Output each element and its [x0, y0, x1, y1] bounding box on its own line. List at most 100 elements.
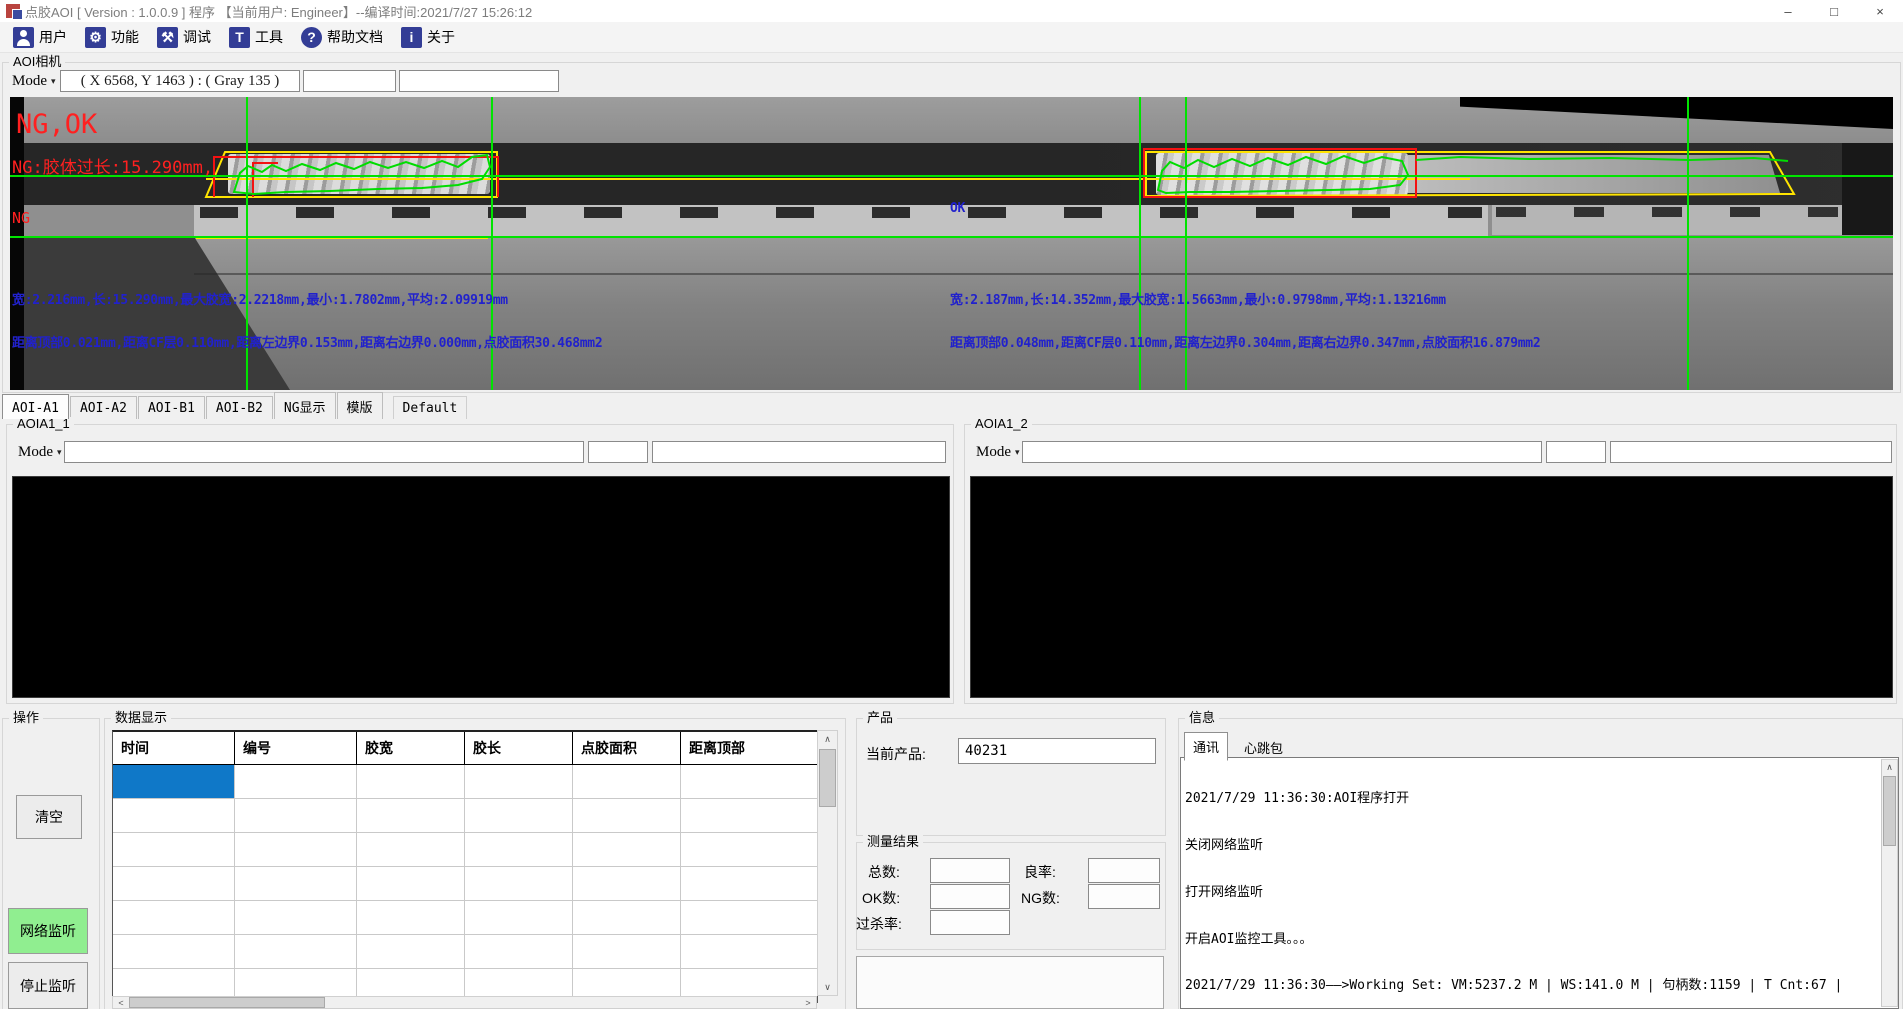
table-cell[interactable] [681, 935, 817, 968]
toolbar-button-tools[interactable]: T 工具 [222, 25, 290, 50]
toolbar-button-user[interactable]: 用户 [6, 25, 74, 50]
toolbar-button-debug[interactable]: ⚒ 调试 [150, 25, 218, 50]
scroll-up-icon[interactable]: ∧ [824, 731, 831, 747]
minimize-button[interactable]: – [1765, 0, 1811, 22]
header-id[interactable]: 编号 [235, 732, 357, 764]
view-right-mode-dropdown[interactable]: Mode ▾ [972, 441, 1024, 463]
table-cell[interactable] [235, 867, 357, 900]
tab-aoi-b1[interactable]: AOI-B1 [138, 396, 205, 419]
view-right-value-box-2[interactable] [1546, 441, 1606, 463]
header-glue-length[interactable]: 胶长 [465, 732, 573, 764]
tab-aoi-a2[interactable]: AOI-A2 [70, 396, 137, 419]
tab-ng-display[interactable]: NG显示 [274, 392, 336, 419]
table-cell[interactable] [573, 799, 681, 832]
table-cell[interactable] [235, 833, 357, 866]
log-vertical-scrollbar[interactable]: ∧ [1881, 759, 1898, 1007]
table-row[interactable] [113, 765, 817, 799]
network-listen-button[interactable]: 网络监听 [8, 908, 88, 954]
table-cell[interactable] [235, 901, 357, 934]
camera-mode-dropdown[interactable]: Mode ▾ [8, 70, 60, 92]
selected-cell[interactable] [113, 765, 235, 798]
table-cell[interactable] [113, 901, 235, 934]
tab-aoi-a1[interactable]: AOI-A1 [2, 394, 69, 419]
table-cell[interactable] [681, 867, 817, 900]
header-glue-area[interactable]: 点胶面积 [573, 732, 681, 764]
table-vertical-scrollbar[interactable]: ∧ ∨ [817, 730, 838, 996]
table-cell[interactable] [235, 799, 357, 832]
table-cell[interactable] [113, 935, 235, 968]
table-cell[interactable] [113, 867, 235, 900]
view-left-value-box-2[interactable] [588, 441, 648, 463]
table-cell[interactable] [235, 935, 357, 968]
table-cell[interactable] [465, 833, 573, 866]
table-row[interactable] [113, 901, 817, 935]
table-cell[interactable] [357, 901, 465, 934]
table-cell[interactable] [573, 833, 681, 866]
toolbar-button-function[interactable]: ⚙ 功能 [78, 25, 146, 50]
table-cell[interactable] [465, 901, 573, 934]
scroll-down-icon[interactable]: ∨ [824, 979, 831, 995]
table-cell[interactable] [573, 765, 681, 798]
tab-default[interactable]: Default [393, 396, 468, 419]
camera-value-box-1[interactable] [303, 70, 396, 92]
header-time[interactable]: 时间 [113, 732, 235, 764]
yield-rate-field[interactable] [1088, 858, 1160, 883]
view-left-value-box-3[interactable] [652, 441, 946, 463]
clear-button[interactable]: 清空 [16, 795, 82, 839]
toolbar-button-about[interactable]: i 关于 [394, 25, 462, 50]
tab-aoi-b2[interactable]: AOI-B2 [206, 396, 273, 419]
ng-count-field[interactable] [1088, 884, 1160, 909]
view-left-image-panel[interactable] [12, 476, 950, 698]
table-cell[interactable] [357, 935, 465, 968]
camera-value-box-2[interactable] [399, 70, 559, 92]
table-cell[interactable] [465, 799, 573, 832]
total-count-field[interactable] [930, 858, 1010, 883]
table-row[interactable] [113, 833, 817, 867]
view-right-value-box-1[interactable] [1022, 441, 1542, 463]
table-cell[interactable] [573, 867, 681, 900]
table-cell[interactable] [357, 765, 465, 798]
view-right-image-panel[interactable] [970, 476, 1893, 698]
table-cell[interactable] [681, 901, 817, 934]
scroll-left-icon[interactable]: < [113, 998, 129, 1008]
table-cell[interactable] [357, 833, 465, 866]
table-cell[interactable] [573, 935, 681, 968]
tab-comms[interactable]: 通讯 [1184, 732, 1228, 761]
table-hscroll-thumb[interactable] [129, 997, 325, 1008]
header-glue-width[interactable]: 胶宽 [357, 732, 465, 764]
table-cell[interactable] [357, 867, 465, 900]
ok-count-field[interactable] [930, 884, 1010, 909]
table-cell[interactable] [681, 833, 817, 866]
tab-template[interactable]: 模版 [337, 392, 383, 419]
table-vscroll-thumb[interactable] [819, 749, 836, 807]
table-row[interactable] [113, 799, 817, 833]
comms-log[interactable]: 2021/7/29 11:36:30:AOI程序打开 关闭网络监听 打开网络监听… [1180, 757, 1899, 1009]
maximize-button[interactable]: □ [1811, 0, 1857, 22]
table-cell[interactable] [465, 935, 573, 968]
stop-listen-button[interactable]: 停止监听 [8, 962, 88, 1009]
view-left-mode-dropdown[interactable]: Mode ▾ [14, 441, 66, 463]
table-cell[interactable] [465, 765, 573, 798]
camera-image[interactable]: NG,OK NG:胶体过长:15.290mm, NG OK 宽:2.216mm,… [10, 97, 1893, 390]
table-horizontal-scrollbar[interactable]: < > [112, 996, 817, 1009]
table-cell[interactable] [113, 799, 235, 832]
table-row[interactable] [113, 867, 817, 901]
view-left-value-box-1[interactable] [64, 441, 584, 463]
log-vscroll-thumb[interactable] [1883, 776, 1896, 846]
current-product-input[interactable]: 40231 [958, 738, 1156, 764]
scroll-right-icon[interactable]: > [800, 998, 816, 1008]
table-cell[interactable] [113, 833, 235, 866]
table-cell[interactable] [573, 901, 681, 934]
table-cell[interactable] [235, 765, 357, 798]
table-row[interactable] [113, 935, 817, 969]
close-button[interactable]: × [1857, 0, 1903, 22]
table-cell[interactable] [681, 799, 817, 832]
header-distance-top[interactable]: 距离顶部 [681, 732, 817, 764]
table-cell[interactable] [465, 867, 573, 900]
camera-coords-box[interactable]: ( X 6568, Y 1463 ) : ( Gray 135 ) [60, 70, 300, 92]
table-cell[interactable] [357, 799, 465, 832]
toolbar-button-help[interactable]: ? 帮助文档 [294, 25, 390, 50]
view-right-value-box-3[interactable] [1610, 441, 1892, 463]
scroll-up-icon[interactable]: ∧ [1886, 760, 1893, 774]
overkill-rate-field[interactable] [930, 910, 1010, 935]
